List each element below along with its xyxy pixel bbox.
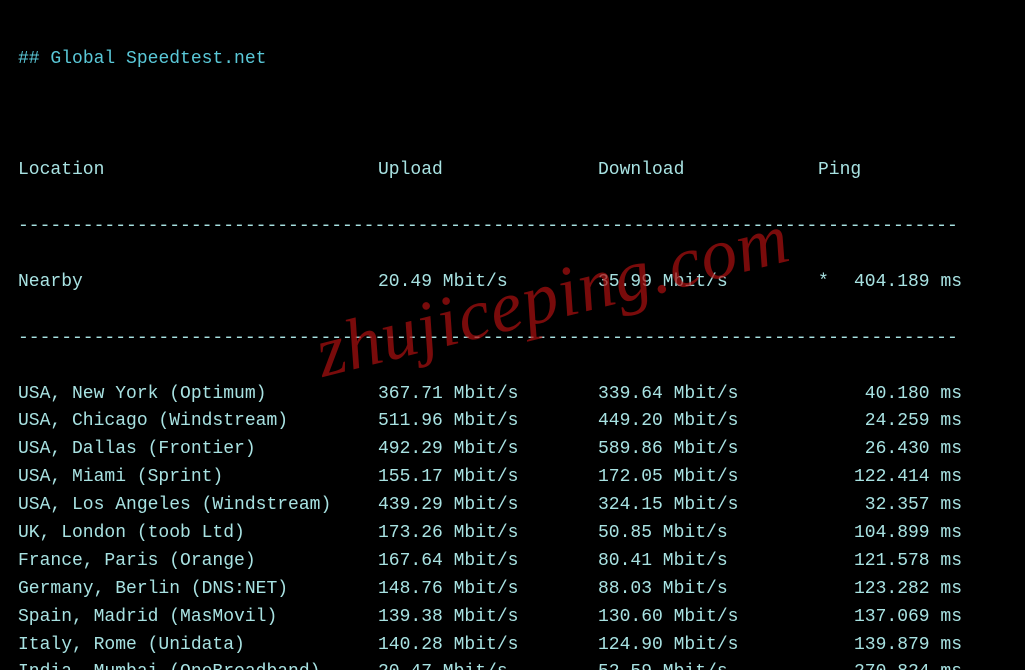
cell-upload: 148.76 Mbit/s — [378, 576, 598, 604]
nearby-row: Nearby20.49 Mbit/s35.99 Mbit/s* 404.189 … — [18, 269, 1011, 297]
blank-line — [18, 102, 1011, 130]
table-row: USA, Dallas (Frontier)492.29 Mbit/s589.8… — [18, 436, 1011, 464]
cell-ping: 104.899 ms — [818, 520, 988, 548]
divider-line: ----------------------------------------… — [18, 325, 1011, 353]
cell-location: UK, London (toob Ltd) — [18, 520, 378, 548]
cell-ping: 139.879 ms — [818, 632, 988, 660]
ping-unit: ms — [940, 464, 962, 492]
cell-download: 324.15 Mbit/s — [598, 492, 818, 520]
table-row: UK, London (toob Ltd)173.26 Mbit/s50.85 … — [18, 520, 1011, 548]
nearby-download: 35.99 Mbit/s — [598, 269, 818, 297]
cell-download: 589.86 Mbit/s — [598, 436, 818, 464]
ping-unit: ms — [940, 604, 962, 632]
cell-location: USA, Los Angeles (Windstream) — [18, 492, 378, 520]
cell-ping: 123.282 ms — [818, 576, 988, 604]
ping-value: 26.430 — [840, 436, 930, 464]
cell-ping: 121.578 ms — [818, 548, 988, 576]
ping-unit: ms — [940, 269, 962, 297]
table-row: France, Paris (Orange)167.64 Mbit/s80.41… — [18, 548, 1011, 576]
ping-value: 404.189 — [840, 269, 930, 297]
table-row: India, Mumbai (OneBroadband)20.47 Mbit/s… — [18, 659, 1011, 670]
ping-value: 123.282 — [840, 576, 930, 604]
cell-location: USA, Miami (Sprint) — [18, 464, 378, 492]
cell-download: 80.41 Mbit/s — [598, 548, 818, 576]
ping-value: 40.180 — [840, 381, 930, 409]
cell-location: USA, New York (Optimum) — [18, 381, 378, 409]
nearby-label: Nearby — [18, 269, 378, 297]
ping-value: 104.899 — [840, 520, 930, 548]
ping-unit: ms — [940, 659, 962, 670]
cell-upload: 140.28 Mbit/s — [378, 632, 598, 660]
table-row: Germany, Berlin (DNS:NET)148.76 Mbit/s88… — [18, 576, 1011, 604]
cell-location: USA, Dallas (Frontier) — [18, 436, 378, 464]
cell-location: USA, Chicago (Windstream) — [18, 408, 378, 436]
cell-download: 124.90 Mbit/s — [598, 632, 818, 660]
header-download: Download — [598, 157, 818, 185]
rows-container: USA, New York (Optimum)367.71 Mbit/s339.… — [18, 381, 1011, 670]
hash-prefix: ## — [18, 49, 40, 69]
cell-download: 50.85 Mbit/s — [598, 520, 818, 548]
cell-location: France, Paris (Orange) — [18, 548, 378, 576]
cell-location: Germany, Berlin (DNS:NET) — [18, 576, 378, 604]
ping-prefix: * — [818, 269, 829, 297]
cell-upload: 139.38 Mbit/s — [378, 604, 598, 632]
cell-location: Italy, Rome (Unidata) — [18, 632, 378, 660]
cell-download: 172.05 Mbit/s — [598, 464, 818, 492]
table-header: LocationUploadDownloadPing — [18, 157, 1011, 185]
section-title: ## Global Speedtest.net — [18, 46, 1011, 74]
cell-location: India, Mumbai (OneBroadband) — [18, 659, 378, 670]
header-upload: Upload — [378, 157, 598, 185]
nearby-upload: 20.49 Mbit/s — [378, 269, 598, 297]
cell-download: 339.64 Mbit/s — [598, 381, 818, 409]
table-row: Italy, Rome (Unidata)140.28 Mbit/s124.90… — [18, 632, 1011, 660]
cell-ping: 32.357 ms — [818, 492, 988, 520]
ping-value: 137.069 — [840, 604, 930, 632]
ping-unit: ms — [940, 632, 962, 660]
header-ping: Ping — [818, 157, 988, 185]
ping-unit: ms — [940, 436, 962, 464]
cell-upload: 367.71 Mbit/s — [378, 381, 598, 409]
cell-upload: 511.96 Mbit/s — [378, 408, 598, 436]
ping-unit: ms — [940, 408, 962, 436]
cell-download: 88.03 Mbit/s — [598, 576, 818, 604]
title-text: Global Speedtest.net — [50, 49, 266, 69]
cell-upload: 167.64 Mbit/s — [378, 548, 598, 576]
ping-value: 139.879 — [840, 632, 930, 660]
table-row: USA, New York (Optimum)367.71 Mbit/s339.… — [18, 381, 1011, 409]
ping-value: 270.824 — [840, 659, 930, 670]
cell-ping: 270.824 ms — [818, 659, 988, 670]
ping-unit: ms — [940, 381, 962, 409]
cell-download: 52.59 Mbit/s — [598, 659, 818, 670]
ping-unit: ms — [940, 548, 962, 576]
ping-value: 122.414 — [840, 464, 930, 492]
cell-download: 130.60 Mbit/s — [598, 604, 818, 632]
cell-ping: 40.180 ms — [818, 381, 988, 409]
ping-value: 121.578 — [840, 548, 930, 576]
cell-ping: 122.414 ms — [818, 464, 988, 492]
cell-ping: 137.069 ms — [818, 604, 988, 632]
cell-upload: 173.26 Mbit/s — [378, 520, 598, 548]
cell-upload: 439.29 Mbit/s — [378, 492, 598, 520]
cell-ping: 26.430 ms — [818, 436, 988, 464]
cell-upload: 492.29 Mbit/s — [378, 436, 598, 464]
ping-value: 24.259 — [840, 408, 930, 436]
table-row: USA, Los Angeles (Windstream)439.29 Mbit… — [18, 492, 1011, 520]
cell-download: 449.20 Mbit/s — [598, 408, 818, 436]
ping-unit: ms — [940, 576, 962, 604]
divider-line: ----------------------------------------… — [18, 213, 1011, 241]
cell-location: Spain, Madrid (MasMovil) — [18, 604, 378, 632]
table-row: Spain, Madrid (MasMovil)139.38 Mbit/s130… — [18, 604, 1011, 632]
header-location: Location — [18, 157, 378, 185]
ping-unit: ms — [940, 520, 962, 548]
table-row: USA, Chicago (Windstream)511.96 Mbit/s44… — [18, 408, 1011, 436]
cell-ping: 24.259 ms — [818, 408, 988, 436]
ping-unit: ms — [940, 492, 962, 520]
table-row: USA, Miami (Sprint)155.17 Mbit/s172.05 M… — [18, 464, 1011, 492]
cell-upload: 155.17 Mbit/s — [378, 464, 598, 492]
terminal-output: ## Global Speedtest.net LocationUploadDo… — [0, 0, 1025, 670]
nearby-ping: * 404.189 ms — [818, 269, 988, 297]
ping-value: 32.357 — [840, 492, 930, 520]
cell-upload: 20.47 Mbit/s — [378, 659, 598, 670]
